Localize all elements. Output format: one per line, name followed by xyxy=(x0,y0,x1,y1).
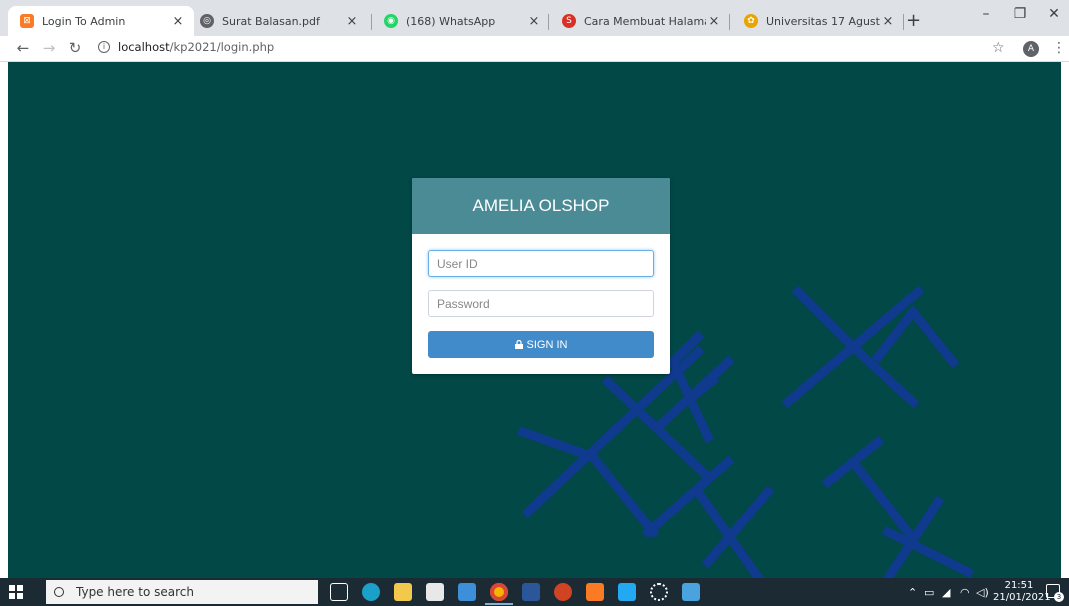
site-favicon-icon: S xyxy=(562,14,576,28)
photos-icon[interactable] xyxy=(682,583,700,601)
university-favicon-icon: ✿ xyxy=(744,14,758,28)
address-bar[interactable]: i localhost/kp2021/login.php xyxy=(98,40,274,54)
sign-in-button[interactable]: SIGN IN xyxy=(428,331,654,358)
lock-icon xyxy=(514,340,523,349)
system-clock[interactable]: 21:51 21/01/2021 xyxy=(993,580,1051,604)
tab-cara-membuat-halaman[interactable]: S Cara Membuat Halaman di Wo × xyxy=(550,6,730,36)
mail-icon[interactable] xyxy=(458,583,476,601)
tab-login-to-admin[interactable]: ⊠ Login To Admin × xyxy=(8,6,194,36)
tab-universitas[interactable]: ✿ Universitas 17 Agustus 1945 S × xyxy=(732,6,904,36)
windows-start-icon[interactable] xyxy=(8,584,24,600)
settings-gear-icon[interactable] xyxy=(650,583,668,601)
browser-tab-strip: ⊠ Login To Admin × ◎ Surat Balasan.pdf ×… xyxy=(0,0,1069,36)
forward-arrow-icon[interactable]: → xyxy=(40,39,58,57)
url-host: localhost xyxy=(118,40,170,54)
tab-title: Universitas 17 Agustus 1945 S xyxy=(766,14,880,28)
watermark-letter-k2 xyxy=(781,285,925,409)
url-path: /kp2021/login.php xyxy=(169,40,275,54)
tab-title: Cara Membuat Halaman di Wo xyxy=(584,14,706,28)
globe-favicon-icon: ◎ xyxy=(200,14,214,28)
login-panel: AMELIA OLSHOP SIGN IN xyxy=(412,178,670,374)
watermark-letter-a2 xyxy=(641,455,775,578)
watermark-letter-t2 xyxy=(821,435,915,539)
restore-icon[interactable]: ❐ xyxy=(1010,6,1030,22)
close-window-icon[interactable]: ✕ xyxy=(1044,6,1064,22)
sign-in-label: SIGN IN xyxy=(526,338,568,351)
tab-separator xyxy=(903,14,904,30)
search-icon xyxy=(54,587,64,597)
active-app-indicator xyxy=(485,603,513,605)
close-tab-icon[interactable]: × xyxy=(880,14,896,29)
battery-icon[interactable]: ▭ xyxy=(924,586,934,599)
volume-icon[interactable]: ◁) xyxy=(976,586,989,599)
browser-toolbar: ← → ↻ i localhost/kp2021/login.php ☆ A ⋮ xyxy=(0,36,1069,62)
notification-center-icon[interactable]: 3 xyxy=(1046,584,1064,602)
close-tab-icon[interactable]: × xyxy=(344,14,360,29)
reload-icon[interactable]: ↻ xyxy=(66,39,84,57)
tab-whatsapp[interactable]: ◉ (168) WhatsApp × xyxy=(372,6,550,36)
whatsapp-favicon-icon: ◉ xyxy=(384,14,398,28)
minimize-icon[interactable]: – xyxy=(976,6,996,22)
word-icon[interactable] xyxy=(522,583,540,601)
tab-surat-balasan[interactable]: ◎ Surat Balasan.pdf × xyxy=(188,6,368,36)
tab-title: Login To Admin xyxy=(42,14,126,28)
tab-separator xyxy=(548,14,549,30)
bookmark-star-icon[interactable]: ☆ xyxy=(992,40,1005,56)
info-icon[interactable]: i xyxy=(98,41,110,53)
menu-kebab-icon[interactable]: ⋮ xyxy=(1052,40,1066,56)
chevron-up-icon[interactable]: ⌃ xyxy=(908,586,917,599)
taskbar-search-box[interactable]: Type here to search xyxy=(46,580,318,604)
login-title: AMELIA OLSHOP xyxy=(412,178,670,234)
password-input[interactable] xyxy=(428,290,654,317)
xampp-icon[interactable] xyxy=(586,583,604,601)
new-tab-icon[interactable]: + xyxy=(906,10,921,31)
xampp-favicon-icon: ⊠ xyxy=(20,14,34,28)
search-placeholder: Type here to search xyxy=(76,585,194,599)
profile-avatar[interactable]: A xyxy=(1023,41,1039,57)
close-tab-icon[interactable]: × xyxy=(706,14,722,29)
close-tab-icon[interactable]: × xyxy=(170,14,186,29)
vscode-icon[interactable] xyxy=(618,583,636,601)
wifi-icon[interactable]: ◠ xyxy=(960,586,970,599)
back-arrow-icon[interactable]: ← xyxy=(14,39,32,57)
tab-title: Surat Balasan.pdf xyxy=(222,14,320,28)
file-explorer-icon[interactable] xyxy=(394,583,412,601)
powerpoint-icon[interactable] xyxy=(554,583,572,601)
windows-taskbar: Type here to search ⌃ ▭ ◢ ◠ ◁) 21:51 21/… xyxy=(0,578,1069,606)
close-tab-icon[interactable]: × xyxy=(526,14,542,29)
clock-time: 21:51 xyxy=(1004,580,1034,591)
page-content: AMELIA OLSHOP SIGN IN xyxy=(8,62,1061,578)
clock-date: 21/01/2021 xyxy=(993,592,1051,603)
store-icon[interactable] xyxy=(426,583,444,601)
chrome-icon[interactable] xyxy=(490,583,508,601)
tab-separator xyxy=(729,14,730,30)
watermark-letter-y xyxy=(881,495,975,578)
notification-badge: 3 xyxy=(1054,592,1064,602)
network-icon[interactable]: ◢ xyxy=(942,586,950,599)
user-id-input[interactable] xyxy=(428,250,654,277)
edge-icon[interactable] xyxy=(362,583,380,601)
tab-title: (168) WhatsApp xyxy=(406,14,496,28)
task-view-icon[interactable] xyxy=(330,583,348,601)
